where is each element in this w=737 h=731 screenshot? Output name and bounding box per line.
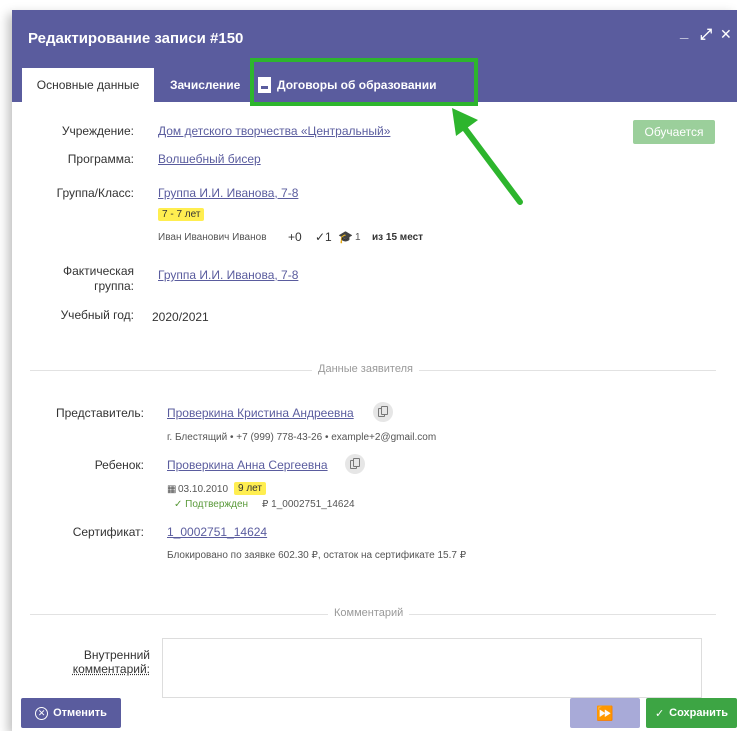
edit-record-dialog: Редактирование записи #150 _ ⤢ ✕ Основны… [12, 10, 737, 731]
highlight-frame [250, 58, 478, 106]
certificate-info: Блокировано по заявке 602.30 ₽, остаток … [167, 550, 467, 561]
check-icon: ✓ [654, 707, 665, 720]
group-label: Группа/Класс: [56, 186, 134, 200]
annotation-arrow-icon [452, 108, 523, 205]
comment-section-title: Комментарий [328, 607, 410, 619]
institution-label: Учреждение: [61, 124, 134, 138]
count-grad: 1 [355, 232, 361, 243]
internal-comment-input[interactable] [162, 638, 702, 698]
group-link[interactable]: Группа И.И. Иванова, 7-8 [158, 186, 298, 200]
certificate-label: Сертификат: [72, 525, 144, 539]
child-link[interactable]: Проверкина Анна Сергеевна [167, 458, 328, 472]
representative-link[interactable]: Проверкина Кристина Андреевна [167, 406, 354, 420]
cancel-circle-icon: ✕ [35, 706, 49, 720]
calendar-icon: ▦ [167, 484, 177, 495]
cancel-label: Отменить [53, 707, 107, 719]
dialog-title: Редактирование записи #150 [28, 30, 244, 47]
tab-main-data[interactable]: Основные данные [22, 68, 154, 102]
copy-icon[interactable] [373, 402, 393, 422]
copy-icon[interactable] [345, 454, 365, 474]
program-link[interactable]: Волшебный бисер [158, 152, 261, 166]
child-birthdate: 03.10.2010 [178, 484, 229, 495]
child-verified-status: ✓ Подтвержден [174, 499, 249, 510]
child-certificate-ref: ₽ 1_0002751_14624 [262, 499, 355, 510]
applicant-section-title: Данные заявителя [312, 363, 419, 375]
close-icon[interactable]: ✕ [720, 26, 732, 43]
next-button[interactable]: ⏩ [570, 698, 640, 728]
year-value: 2020/2021 [152, 310, 209, 324]
save-label: Сохранить [669, 707, 729, 719]
child-label: Ребенок: [94, 458, 144, 472]
teacher-name: Иван Иванович Иванов [158, 232, 267, 243]
count-check: ✓1 [315, 230, 332, 244]
internal-comment-label-1: Внутренний [83, 648, 150, 662]
program-label: Программа: [67, 152, 134, 166]
year-label: Учебный год: [60, 308, 134, 322]
age-badge: 7 - 7 лет [158, 208, 205, 221]
graduation-cap-icon: 🎓 [338, 230, 353, 244]
child-age-badge: 9 лет [234, 482, 266, 495]
status-badge: Обучается [633, 120, 715, 144]
count-plus: +0 [288, 230, 302, 244]
maximize-icon[interactable]: ⤢ [700, 26, 712, 43]
fast-forward-icon: ⏩ [596, 704, 614, 721]
representative-label: Представитель: [55, 406, 144, 420]
actual-group-link[interactable]: Группа И.И. Иванова, 7-8 [158, 268, 298, 282]
minimize-icon[interactable]: _ [680, 24, 688, 41]
representative-info: г. Блестящий • +7 (999) 778-43-26 • exam… [167, 432, 437, 443]
actual-group-label-2: группа: [94, 279, 134, 293]
save-button[interactable]: ✓ Сохранить [646, 698, 737, 728]
certificate-link[interactable]: 1_0002751_14624 [167, 525, 267, 539]
actual-group-label-1: Фактическая [63, 264, 134, 278]
places-count: из 15 мест [372, 232, 424, 243]
cancel-button[interactable]: ✕ Отменить [21, 698, 121, 728]
institution-link[interactable]: Дом детского творчества «Центральный» [158, 124, 390, 138]
internal-comment-label-2: комментарий: [72, 662, 150, 676]
tab-enrollment[interactable]: Зачисление [170, 68, 240, 102]
